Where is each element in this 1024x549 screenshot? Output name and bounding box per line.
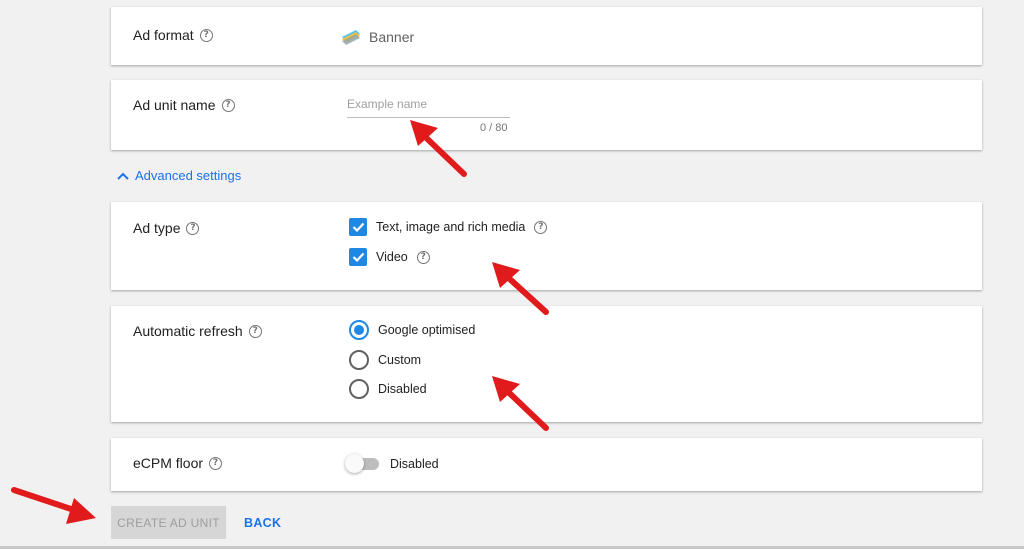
ad-unit-name-card: Ad unit name ? 0 / 80 — [111, 80, 982, 150]
chevron-up-icon — [117, 172, 129, 180]
help-icon[interactable]: ? — [186, 221, 200, 235]
ad-type-option-text-image-rich-media[interactable]: Text, image and rich media ? — [349, 218, 548, 236]
help-icon[interactable]: ? — [199, 28, 213, 42]
help-icon[interactable]: ? — [209, 456, 223, 470]
ad-format-label: Ad format ? — [133, 27, 213, 43]
create-ad-unit-button[interactable]: CREATE AD UNIT — [111, 506, 226, 539]
automatic-refresh-label: Automatic refresh ? — [133, 323, 262, 339]
help-icon[interactable]: ? — [221, 98, 235, 112]
ecpm-floor-toggle-label: Disabled — [390, 457, 439, 471]
character-counter: 0 / 80 — [480, 122, 508, 134]
advanced-settings-toggle[interactable]: Advanced settings — [117, 168, 241, 183]
checkbox-checked-icon[interactable] — [349, 248, 367, 266]
radio-unselected-icon[interactable] — [349, 350, 369, 370]
ad-unit-name-input[interactable] — [347, 94, 510, 118]
annotation-arrow-icon — [11, 487, 96, 524]
back-button[interactable]: BACK — [238, 506, 287, 539]
banner-icon — [342, 30, 360, 45]
ecpm-floor-card: eCPM floor ? Disabled — [111, 438, 982, 491]
refresh-option-disabled[interactable]: Disabled — [349, 379, 427, 399]
refresh-option-custom[interactable]: Custom — [349, 350, 421, 370]
ad-format-card: Ad format ? Banner — [111, 7, 982, 65]
ad-format-value: Banner — [369, 29, 415, 45]
advanced-settings-label: Advanced settings — [135, 168, 242, 183]
ad-unit-name-label: Ad unit name ? — [133, 97, 235, 113]
radio-unselected-icon[interactable] — [349, 379, 369, 399]
automatic-refresh-card: Automatic refresh ? Google optimised Cus… — [111, 306, 982, 422]
ad-type-card: Ad type ? Text, image and rich media ? V… — [111, 202, 982, 290]
radio-selected-icon[interactable] — [349, 320, 369, 340]
ad-type-label: Ad type ? — [133, 220, 200, 236]
refresh-option-google-optimised[interactable]: Google optimised — [349, 320, 475, 340]
help-icon[interactable]: ? — [248, 324, 262, 338]
ecpm-floor-toggle[interactable] — [345, 454, 381, 474]
help-icon[interactable]: ? — [534, 220, 548, 234]
ecpm-floor-label: eCPM floor ? — [133, 455, 223, 471]
help-icon[interactable]: ? — [416, 250, 430, 264]
ad-type-option-video[interactable]: Video ? — [349, 248, 430, 266]
checkbox-checked-icon[interactable] — [349, 218, 367, 236]
ad-unit-name-field — [347, 94, 510, 118]
ecpm-floor-toggle-row: Disabled — [345, 454, 439, 474]
